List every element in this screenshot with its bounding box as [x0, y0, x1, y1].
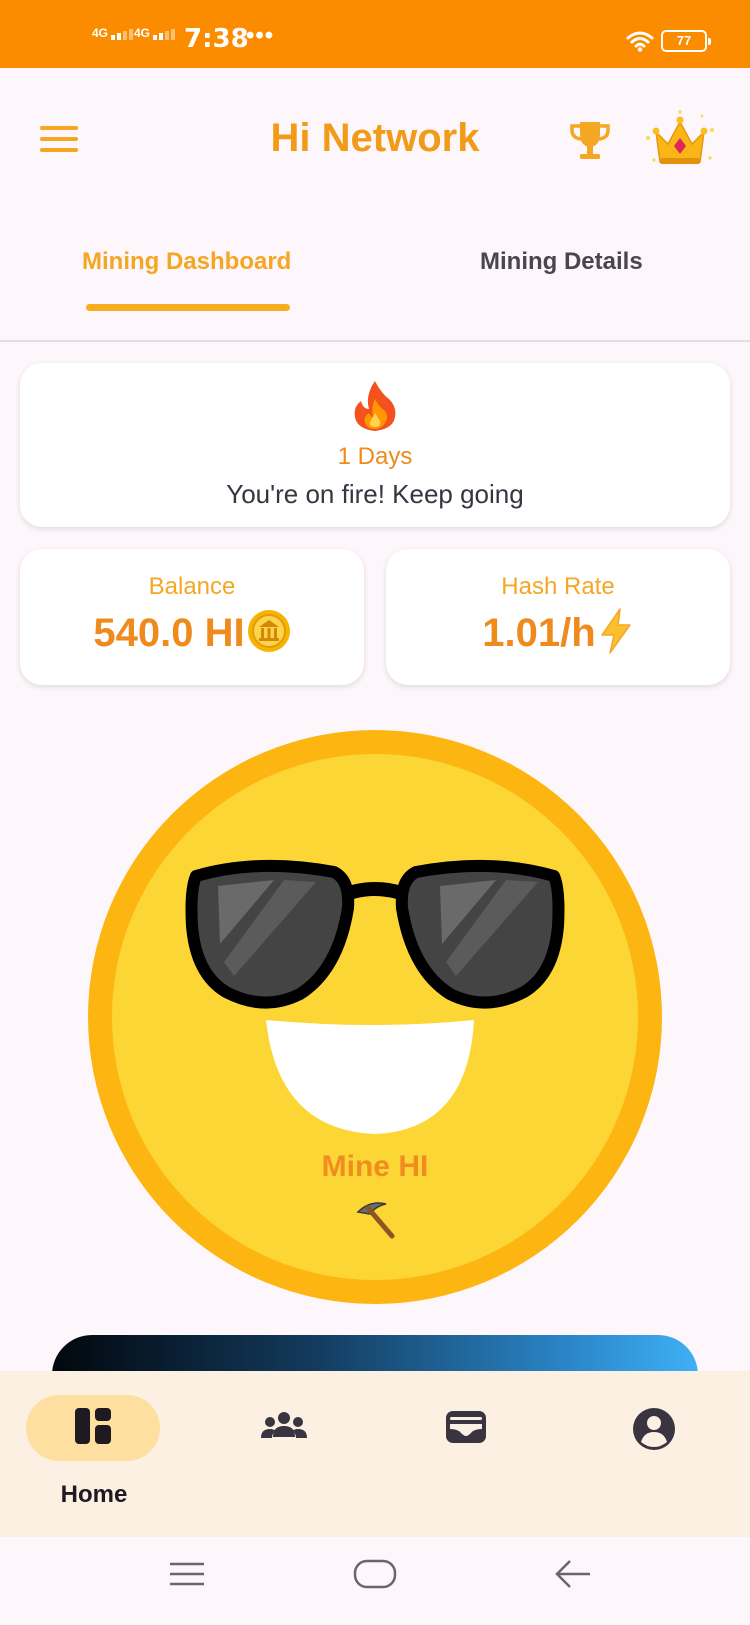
tab-bar: Mining Dashboard Mining Details [0, 210, 750, 342]
hash-rate-value-row: 1.01/h [386, 608, 730, 656]
nav-label-home: Home [60, 1481, 128, 1508]
signal-bars-icon [153, 26, 177, 40]
network-type-1: 4G [92, 26, 109, 40]
signal-1: 4G [92, 26, 135, 40]
mine-button-label: Mine HI [321, 1150, 429, 1183]
bottom-navigation: Home [0, 1371, 750, 1537]
wallet-icon [446, 1411, 486, 1443]
tab-mining-dashboard[interactable]: Mining Dashboard [82, 248, 291, 276]
dashboard-icon [75, 1408, 111, 1444]
status-bar: 4G 4G 7:38 ••• 77 [0, 0, 750, 68]
network-type-2: 4G [134, 26, 151, 40]
coin-icon [247, 610, 290, 653]
lightning-icon [600, 608, 631, 655]
streak-message: You're on fire! Keep going [226, 479, 524, 509]
nav-item-wallet[interactable] [398, 1393, 538, 1513]
balance-label: Balance [148, 573, 236, 600]
hash-rate-value: 1.01/h [482, 611, 596, 655]
balance-value: 540.0 HI [93, 611, 245, 655]
trophy-icon[interactable] [566, 116, 614, 164]
balance-value-row: 540.0 HI [20, 610, 364, 656]
home-system-icon[interactable] [353, 1559, 397, 1589]
recent-apps-icon[interactable] [168, 1559, 206, 1589]
nav-item-profile[interactable] [586, 1393, 726, 1513]
hash-rate-label: Hash Rate [501, 573, 615, 600]
app-header: Hi Network [0, 68, 750, 210]
profile-icon [633, 1408, 675, 1450]
nav-item-home[interactable]: Home [24, 1393, 164, 1513]
status-time: 7:38 [184, 24, 249, 54]
streak-card: 1 Days You're on fire! Keep going [20, 363, 730, 527]
community-icon [261, 1412, 307, 1438]
pickaxe-icon [356, 1202, 395, 1239]
signal-bars-icon [111, 26, 135, 40]
streak-days: 1 Days [337, 443, 413, 470]
back-icon[interactable] [554, 1559, 592, 1589]
tab-mining-details[interactable]: Mining Details [480, 248, 643, 276]
system-navigation-bar [0, 1537, 750, 1625]
fire-icon [20, 379, 730, 438]
crown-icon[interactable] [640, 108, 720, 172]
active-tab-indicator [86, 304, 290, 311]
battery-icon: 77 [661, 30, 711, 52]
page-title: Hi Network [270, 116, 480, 160]
wifi-icon [626, 31, 654, 52]
more-notifications-icon: ••• [246, 22, 275, 49]
balance-card: Balance 540.0 HI [20, 549, 364, 685]
hash-rate-card: Hash Rate 1.01/h [386, 549, 730, 685]
nav-item-community[interactable] [212, 1393, 352, 1513]
signal-2: 4G [134, 26, 177, 40]
mine-button[interactable]: Mine HI [88, 730, 662, 1304]
